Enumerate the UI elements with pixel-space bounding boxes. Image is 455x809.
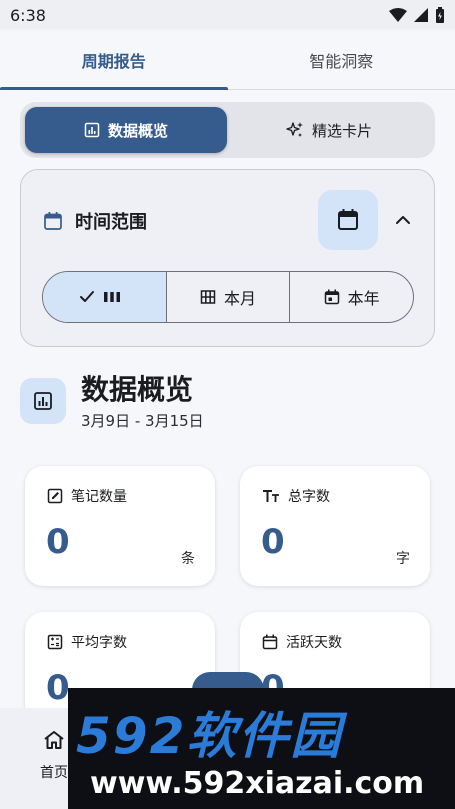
range-option-year[interactable]: 本年 bbox=[290, 272, 413, 322]
range-option-label: 本月 bbox=[224, 289, 257, 308]
calendar-picker-button[interactable] bbox=[318, 190, 378, 250]
time-range-selector: 本月 本年 bbox=[42, 271, 414, 323]
watermark-banner: 592软件园 www.592xiazai.com bbox=[68, 688, 455, 809]
stat-value: 0 bbox=[46, 522, 70, 562]
edit-note-icon bbox=[47, 488, 63, 504]
stat-label: 活跃天数 bbox=[286, 635, 342, 651]
section-title: 数据概览 bbox=[81, 373, 194, 406]
tab-periodic-report[interactable]: 周期报告 bbox=[0, 30, 228, 90]
tab-label: 周期报告 bbox=[81, 51, 146, 71]
calendar-event-icon bbox=[324, 289, 339, 305]
stat-label-row: 平均字数 bbox=[47, 632, 127, 652]
stat-label-row: 总字数 bbox=[262, 486, 330, 506]
calendar-icon bbox=[262, 634, 278, 650]
status-time: 6:38 bbox=[10, 6, 46, 25]
status-bar: 6:38 bbox=[0, 0, 455, 30]
data-overview-icon-box bbox=[20, 378, 66, 424]
stat-value: 0 bbox=[46, 668, 70, 708]
view-toggle: 数据概览 精选卡片 bbox=[20, 102, 435, 158]
stat-label: 笔记数量 bbox=[71, 489, 127, 505]
time-range-header: 时间范围 bbox=[43, 208, 147, 234]
overview-toggle-button[interactable]: 数据概览 bbox=[25, 107, 227, 153]
nav-item-home[interactable]: 首页 bbox=[40, 730, 68, 782]
grid-icon bbox=[200, 290, 216, 304]
week-bars-icon bbox=[104, 292, 121, 302]
overview-toggle-label: 数据概览 bbox=[107, 121, 168, 140]
report-tabs: 周期报告 智能洞察 bbox=[0, 30, 455, 90]
stat-unit: 字 bbox=[396, 551, 410, 567]
battery-icon bbox=[436, 7, 444, 23]
stat-label-row: 活跃天数 bbox=[262, 632, 342, 652]
check-icon bbox=[80, 291, 95, 302]
sparkles-icon bbox=[286, 122, 303, 137]
stat-label-row: 笔记数量 bbox=[47, 486, 127, 506]
collapse-button[interactable] bbox=[391, 208, 415, 232]
chart-box-icon bbox=[84, 122, 100, 138]
status-icons bbox=[389, 7, 445, 23]
wifi-icon bbox=[389, 8, 407, 22]
nav-home-label: 首页 bbox=[40, 765, 68, 781]
section-date-range: 3月9日 - 3月15日 bbox=[81, 412, 204, 430]
chart-box-icon bbox=[34, 392, 52, 410]
stat-card-total-words: 总字数 0 字 bbox=[240, 466, 430, 586]
watermark-logo: 592软件园 bbox=[76, 707, 343, 765]
range-option-week[interactable] bbox=[43, 272, 167, 322]
stat-value: 0 bbox=[261, 522, 285, 562]
time-range-title: 时间范围 bbox=[75, 212, 147, 233]
featured-cards-toggle-button[interactable]: 精选卡片 bbox=[228, 107, 430, 153]
tab-smart-insights[interactable]: 智能洞察 bbox=[228, 30, 455, 89]
stat-card-note-count: 笔记数量 0 条 bbox=[25, 466, 215, 586]
watermark-url: www.592xiazai.com bbox=[90, 766, 425, 801]
calculator-icon bbox=[47, 634, 63, 650]
home-icon bbox=[44, 731, 64, 749]
text-size-icon bbox=[263, 490, 279, 502]
stat-unit: 条 bbox=[181, 551, 195, 567]
range-option-label: 本年 bbox=[347, 289, 380, 308]
range-option-month[interactable]: 本月 bbox=[167, 272, 291, 322]
signal-icon bbox=[414, 8, 428, 22]
stat-label: 平均字数 bbox=[71, 635, 127, 651]
stat-label: 总字数 bbox=[288, 489, 330, 505]
featured-cards-toggle-label: 精选卡片 bbox=[311, 121, 372, 140]
chevron-up-icon bbox=[396, 216, 410, 224]
tab-label: 智能洞察 bbox=[309, 51, 374, 71]
time-range-card: 时间范围 本月 本年 bbox=[20, 169, 435, 347]
calendar-icon bbox=[44, 212, 62, 230]
calendar-icon bbox=[338, 209, 358, 230]
